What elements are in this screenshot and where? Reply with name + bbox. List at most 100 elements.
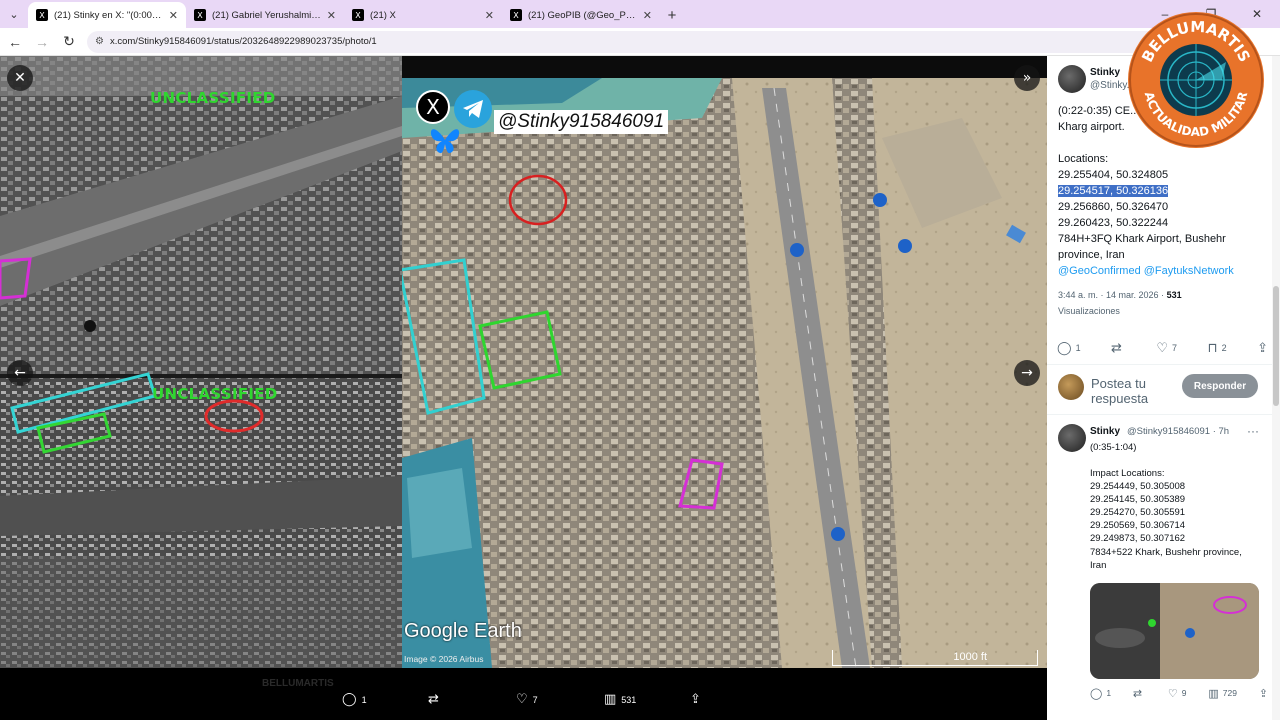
views-button[interactable]: ▥ 729 (1208, 687, 1237, 700)
impact-plus-code-1: 7834+522 Khark, Bushehr province, (1090, 547, 1242, 558)
bookmark-icon: ⊓ (1207, 340, 1218, 356)
expand-panel-icon[interactable]: » (1014, 65, 1040, 91)
reply-submit-button[interactable]: Responder (1182, 374, 1258, 398)
selected-text: 29.254517, 50.326136 (1058, 185, 1169, 197)
repost-button[interactable]: ⇄ (1133, 687, 1146, 700)
impact-location: 29.254449, 50.305008 (1090, 481, 1186, 492)
close-tab-icon[interactable]: ✕ (643, 9, 652, 22)
reply-timecode: (0:35-1:04) (1090, 442, 1137, 453)
repost-icon: ⇄ (428, 692, 439, 707)
reply-input[interactable]: Postea tu respuesta (1091, 376, 1181, 406)
location-item-selected: 29.254517, 50.326136 (1058, 183, 1169, 199)
close-tab-icon[interactable]: ✕ (485, 9, 494, 22)
tweet-stats: ◯ 1 ⇄ ♡ 7 ⊓ 2 ⇪ (1057, 336, 1272, 360)
social-handle-watermark: X @Stinky915846091 (416, 90, 686, 166)
tweet-timestamp[interactable]: 3:44 a. m. · 14 mar. 2026 · 531 (1058, 290, 1182, 300)
x-logo-icon: X (416, 90, 450, 124)
tab-title: (21) Stinky en X: "(0:00-0:22) St... (54, 9, 163, 21)
like-button[interactable]: ♡ 7 (1156, 341, 1177, 356)
views-label: Visualizaciones (1058, 306, 1120, 316)
google-earth-logo: Google Earth (404, 620, 522, 642)
repost-button[interactable]: ⇄ (1111, 341, 1126, 356)
share-button[interactable]: ⇪ (1257, 341, 1272, 356)
avatar[interactable] (1058, 424, 1086, 452)
author-name[interactable]: Stinky (1090, 67, 1120, 78)
location-item: 29.260423, 50.322244 (1058, 217, 1169, 229)
tab-title: (21) X (370, 9, 396, 21)
reply-stats: ◯ 1 ⇄ ♡ 9 ▥ 729 ⇪ (1090, 686, 1272, 700)
impact-location: 29.254270, 50.305591 (1090, 507, 1186, 518)
bookmark-button[interactable]: ⊓ 2 (1207, 341, 1226, 356)
locations-label: Locations: (1058, 153, 1109, 165)
views-count: 531 (1166, 290, 1182, 300)
overlay-handle-text: @Stinky915846091 (494, 110, 669, 134)
impact-location: 29.249873, 50.307162 (1090, 533, 1186, 544)
tab-stinky[interactable]: X (21) Stinky en X: "(0:00-0:22) St... ✕ (28, 2, 186, 28)
reply-action[interactable]: ◯ 1 (342, 692, 367, 707)
tweet-line-2: Kharg airport. (1058, 121, 1125, 133)
location-item: 29.256860, 50.326470 (1058, 201, 1169, 213)
reply-icon: ◯ (1057, 340, 1072, 356)
plus-code-line-1: 784H+3FQ Khark Airport, Bushehr (1058, 233, 1226, 245)
share-button[interactable]: ⇪ (1259, 687, 1272, 700)
location-item: 29.255404, 50.324805 (1058, 169, 1169, 181)
x-favicon-icon: X (36, 9, 48, 21)
x-favicon-icon: X (194, 9, 206, 21)
repost-action[interactable]: ⇄ (428, 692, 444, 707)
back-icon[interactable]: ← (3, 30, 27, 54)
like-action[interactable]: ♡ 7 (516, 692, 538, 707)
close-viewer-icon[interactable]: ✕ (7, 65, 33, 91)
ghost-account-name: BELLUMARTIS (262, 678, 334, 689)
reply-icon: ◯ (1090, 686, 1103, 700)
reply-button[interactable]: ◯ 1 (1090, 687, 1111, 700)
share-icon: ⇪ (1257, 340, 1268, 356)
reply-media-thumbnail[interactable] (1090, 583, 1259, 679)
reply-icon: ◯ (342, 692, 357, 707)
tab-gabriel[interactable]: X (21) Gabriel Yerushalmi ᶦᵈ en X... ✕ (186, 2, 344, 28)
close-tab-icon[interactable]: ✕ (327, 9, 336, 22)
bluesky-logo-icon (428, 126, 462, 156)
like-button[interactable]: ♡ 9 (1168, 687, 1187, 700)
next-image-icon[interactable]: → (1014, 360, 1040, 386)
tab-bar: ⌄ X (21) Stinky en X: "(0:00-0:22) St...… (0, 0, 1280, 28)
scrollbar-thumb[interactable] (1273, 286, 1279, 406)
url-text: x.com/Stinky915846091/status/20326489229… (109, 36, 377, 47)
heart-icon: ♡ (1156, 340, 1169, 356)
share-action[interactable]: ⇪ (690, 692, 706, 707)
views-action[interactable]: ▥ 531 (604, 692, 636, 707)
bar-chart-icon: ▥ (1208, 686, 1219, 700)
impact-location: 29.254145, 50.305389 (1090, 494, 1186, 505)
unclassified-label-mid: UNCLASSIFIED (152, 385, 278, 403)
more-options-icon[interactable]: ··· (1247, 424, 1259, 438)
media-viewer: UNCLASSIFIED UNCLASSIFIED X @Stinky91584… (0, 56, 1047, 720)
close-tab-icon[interactable]: ✕ (169, 9, 178, 22)
x-favicon-icon: X (510, 9, 522, 21)
new-tab-button[interactable]: + (660, 2, 684, 28)
mentions-link[interactable]: @GeoConfirmed @FaytuksNetwork (1058, 263, 1234, 279)
share-icon: ⇪ (1258, 686, 1268, 700)
divider (1047, 414, 1280, 415)
telegram-logo-icon (454, 90, 492, 128)
tab-x[interactable]: X (21) X ✕ (344, 2, 502, 28)
share-icon: ⇪ (690, 692, 701, 707)
forward-icon[interactable]: → (30, 30, 54, 54)
reply-button[interactable]: ◯ 1 (1057, 341, 1081, 356)
thermal-footage-image (0, 56, 402, 668)
tab-search-icon[interactable]: ⌄ (0, 0, 28, 28)
previous-image-icon[interactable]: ← (7, 360, 33, 386)
tab-geopib[interactable]: X (21) GeoPIB (@Geo_PIB) / X ✕ (502, 2, 660, 28)
address-bar[interactable]: ⚙ x.com/Stinky915846091/status/203264892… (87, 30, 1217, 53)
unclassified-label-top: UNCLASSIFIED (150, 89, 276, 107)
site-info-icon[interactable]: ⚙ (95, 36, 104, 47)
reply-author-name[interactable]: Stinky (1090, 426, 1120, 437)
impact-plus-code-2: Iran (1090, 560, 1107, 571)
divider (1047, 364, 1280, 365)
reload-icon[interactable]: ↻ (57, 30, 81, 54)
panel-scrollbar[interactable] (1272, 56, 1280, 720)
avatar[interactable] (1058, 65, 1086, 93)
reply-author-handle[interactable]: @Stinky915846091 · 7h (1127, 426, 1229, 437)
imagery-credit: Image © 2026 Airbus (404, 654, 484, 664)
tab-title: (21) GeoPIB (@Geo_PIB) / X (528, 9, 637, 21)
x-favicon-icon: X (352, 9, 364, 21)
plus-code-line-2: province, Iran (1058, 249, 1125, 261)
